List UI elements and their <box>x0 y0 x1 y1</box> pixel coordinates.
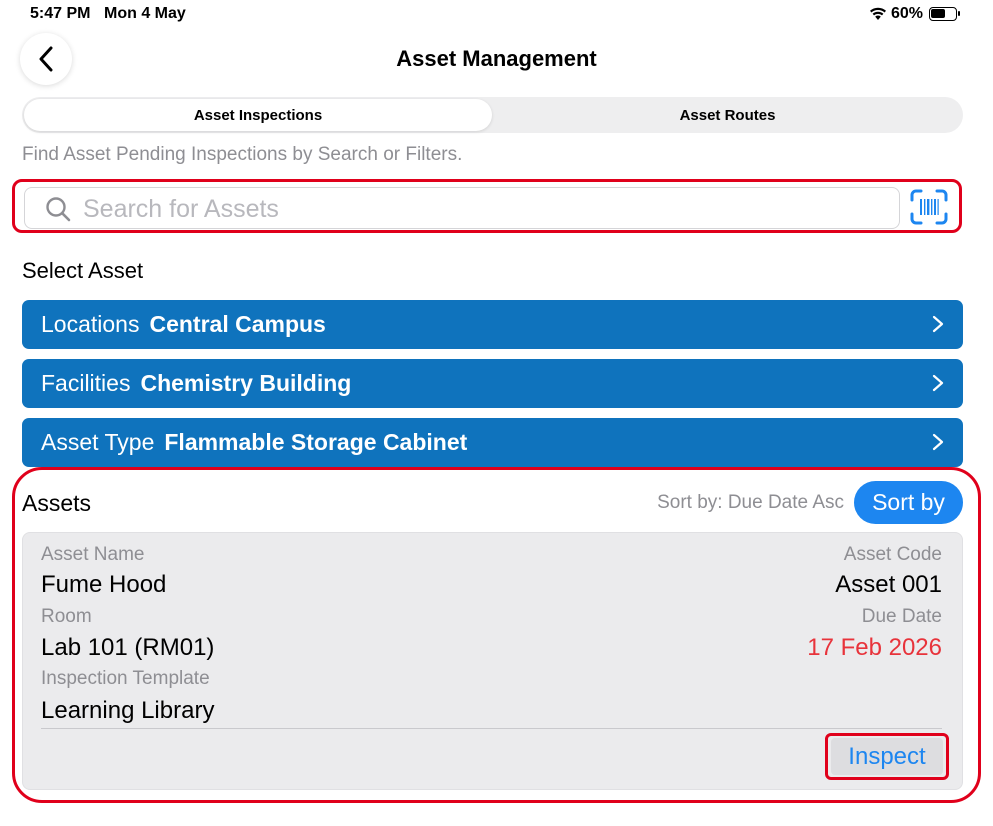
search-hint: Find Asset Pending Inspections by Search… <box>22 144 463 165</box>
chevron-right-icon <box>932 433 944 451</box>
room-value: Lab 101 (RM01) <box>41 634 215 661</box>
card-divider <box>41 728 942 729</box>
filter-value: Chemistry Building <box>140 370 352 396</box>
asset-code-label: Asset Code <box>843 544 942 565</box>
asset-card[interactable]: Asset Name Fume Hood Asset Code Asset 00… <box>22 532 963 790</box>
tab-bar: Asset Inspections Asset Routes <box>22 97 963 133</box>
filter-label: Asset Type <box>41 429 155 455</box>
filter-label: Locations <box>41 311 140 337</box>
room-label: Room <box>41 606 92 627</box>
barcode-scan-icon <box>910 189 948 225</box>
asset-code: Asset 001 <box>835 571 942 598</box>
status-date: Mon 4 May <box>104 5 186 22</box>
filter-locations[interactable]: Locations Central Campus <box>22 300 963 349</box>
asset-name: Fume Hood <box>41 571 167 598</box>
search-input[interactable] <box>83 192 883 226</box>
status-indicators: 60% <box>869 5 960 23</box>
due-date: 17 Feb 2026 <box>807 634 942 661</box>
wifi-icon <box>869 7 886 20</box>
inspect-button[interactable]: Inspect <box>831 738 943 775</box>
due-date-label: Due Date <box>861 606 942 627</box>
battery-percent: 60% <box>890 5 923 22</box>
inspection-template-label: Inspection Template <box>41 668 210 689</box>
inspection-template: Learning Library <box>41 697 215 724</box>
status-bar: 5:47 PM Mon 4 May 60% <box>0 0 993 28</box>
sort-info: Sort by: Due Date Asc <box>657 492 844 513</box>
barcode-scan-button[interactable] <box>908 188 950 226</box>
filter-facilities[interactable]: Facilities Chemistry Building <box>22 359 963 408</box>
filter-value: Central Campus <box>149 311 326 337</box>
status-time: 5:47 PM <box>30 5 91 22</box>
filter-asset-type[interactable]: Asset Type Flammable Storage Cabinet <box>22 418 963 467</box>
assets-heading: Assets <box>22 490 92 516</box>
chevron-right-icon <box>932 315 944 333</box>
tab-asset-inspections[interactable]: Asset Inspections <box>24 99 492 131</box>
asset-name-label: Asset Name <box>41 544 145 565</box>
page-title: Asset Management <box>396 46 597 71</box>
sort-by-button[interactable]: Sort by <box>854 481 963 524</box>
filter-label: Facilities <box>41 370 131 396</box>
select-asset-heading: Select Asset <box>22 258 144 283</box>
filter-value: Flammable Storage Cabinet <box>164 429 468 455</box>
battery-icon <box>929 7 960 21</box>
tab-asset-routes[interactable]: Asset Routes <box>494 99 961 131</box>
chevron-right-icon <box>932 374 944 392</box>
search-icon <box>46 197 71 222</box>
search-box <box>24 187 900 229</box>
